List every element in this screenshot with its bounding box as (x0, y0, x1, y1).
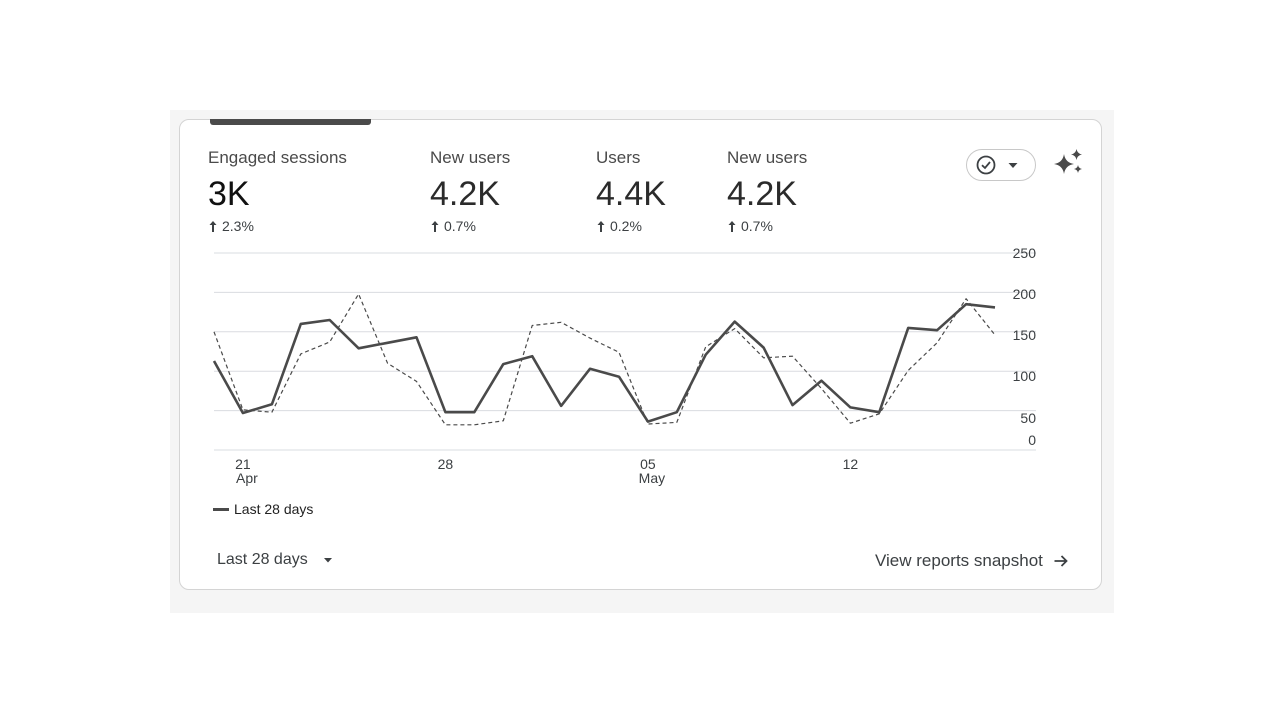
y-tick-label: 50 (1020, 410, 1036, 426)
x-tick-month-label: Apr (236, 470, 258, 486)
chart-legend: Last 28 days (213, 501, 313, 517)
legend-label: Last 28 days (234, 501, 314, 517)
arrow-up-icon (597, 220, 605, 232)
series-line-comparison (213, 293, 996, 426)
x-tick-label: 28 (438, 456, 454, 472)
metric-value: 3K (208, 175, 250, 213)
series-line-current (212, 302, 996, 423)
metric-change: 0.2% (596, 218, 666, 234)
caret-down-icon (323, 558, 332, 563)
metric-change-value: 0.7% (741, 218, 773, 234)
line-chart: 250200150100500 21Apr28 05May12 (212, 245, 1037, 486)
active-metric-indicator (210, 119, 371, 125)
x-tick-month-label: May (639, 470, 665, 486)
chart-series (212, 293, 996, 426)
metric-label: New users (727, 148, 808, 167)
arrow-up-icon (209, 220, 217, 232)
metric-label: Engaged sessions (208, 148, 347, 167)
y-tick-label: 200 (1013, 286, 1037, 302)
metric-value: 4.2K (727, 175, 797, 213)
arrow-up-icon (431, 220, 439, 232)
x-tick-label: 12 (843, 456, 859, 472)
metric-change-value: 0.7% (444, 218, 476, 234)
y-tick-label: 150 (1013, 327, 1037, 343)
metric-change: 0.7% (727, 218, 807, 234)
date-range-label: Last 28 days (217, 551, 308, 568)
date-range-dropdown[interactable]: Last 28 days (217, 551, 334, 569)
metric-change: 0.7% (430, 218, 510, 234)
y-tick-label: 0 (1028, 432, 1036, 448)
legend-swatch (213, 507, 229, 511)
metric-label: Users (596, 148, 641, 167)
metric-label: New users (430, 148, 511, 167)
metric-value: 4.4K (596, 175, 666, 213)
view-reports-snapshot-label: View reports snapshot (875, 551, 1043, 570)
arrow-right-icon (1054, 555, 1068, 567)
y-tick-label: 100 (1013, 368, 1037, 384)
view-reports-snapshot-link[interactable]: View reports snapshot (875, 551, 1069, 571)
chart-gridlines (214, 252, 1036, 451)
chart-y-axis: 250 200 150 100 50 0 (1013, 245, 1037, 448)
arrow-up-icon (728, 220, 736, 232)
metric-engaged-sessions[interactable]: Engaged sessions 3K 2.3% (208, 148, 347, 234)
metric-change-value: 0.2% (610, 218, 642, 234)
metric-new-users-2[interactable]: New users 4.2K 0.7% (727, 148, 807, 234)
sparkle-icon[interactable] (1052, 146, 1086, 180)
metric-new-users[interactable]: New users 4.2K 0.7% (430, 148, 510, 234)
compare-dropdown-button[interactable] (966, 149, 1036, 181)
metric-change-value: 2.3% (222, 218, 254, 234)
caret-down-icon (1008, 163, 1018, 168)
y-tick-label: 250 (1013, 245, 1037, 261)
metric-value: 4.2K (430, 175, 500, 213)
metric-users[interactable]: Users 4.4K 0.2% (596, 148, 666, 234)
chart-x-axis: 21Apr28 05May12 (235, 456, 858, 486)
metric-change: 2.3% (208, 218, 347, 234)
check-circle-icon (976, 155, 996, 175)
